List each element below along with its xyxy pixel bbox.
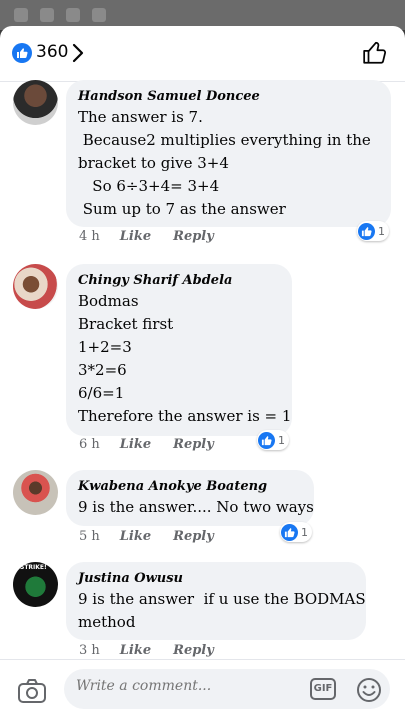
comment-text: The answer is 7. Because2 multiplies eve… [78,108,371,218]
background-icon [40,8,54,22]
reply-link[interactable]: Reply [173,643,214,658]
background-icon [66,8,80,22]
comment-meta: 6 h Like Reply [79,437,236,452]
comment-composer: GIF [0,659,405,720]
comment-time: 6 h [79,437,100,452]
comment-time: 3 h [79,643,100,658]
comment-reactions[interactable]: 1 [257,430,289,450]
comment-text: 9 is the answer if u use the BODMAS meth… [78,590,366,631]
comment-meta: 4 h Like Reply [79,229,236,244]
camera-icon[interactable] [17,678,47,704]
comment-bubble[interactable]: Chingy Sharif Abdela Bodmas Bracket firs… [66,264,292,436]
like-reaction-icon[interactable] [12,43,32,63]
reply-link[interactable]: Reply [173,229,214,244]
comment-reactions[interactable]: 1 [357,221,389,241]
comment-input-box[interactable]: GIF [64,669,390,709]
comment-meta: 5 h Like Reply [79,529,236,544]
like-link[interactable]: Like [120,229,151,244]
reaction-count: 1 [301,525,308,539]
like-link[interactable]: Like [120,643,151,658]
reactions-header: 360 [0,26,405,82]
emoji-icon[interactable] [356,677,382,703]
avatar-logo-text: STRIKE! [20,564,47,571]
comment-author[interactable]: Kwabena Anokye Boateng [78,478,302,496]
reaction-count: 1 [378,224,385,238]
comments-sheet: 360 Handson Samuel Doncee The answer is … [0,26,405,720]
comment-time: 5 h [79,529,100,544]
comment-bubble[interactable]: Kwabena Anokye Boateng 9 is the answer..… [66,470,314,526]
comment-bubble[interactable]: Handson Samuel Doncee The answer is 7. B… [66,80,391,227]
comment-time: 4 h [79,229,100,244]
comment-input[interactable] [76,678,296,694]
avatar[interactable] [13,470,58,515]
comment-text: 9 is the answer.... No two ways [78,498,314,516]
reply-link[interactable]: Reply [173,529,214,544]
like-count[interactable]: 360 [36,42,68,62]
like-link[interactable]: Like [120,437,151,452]
like-reaction-icon [281,523,298,541]
comment-author[interactable]: Justina Owusu [78,570,354,588]
like-reaction-icon [258,431,275,449]
gif-button[interactable]: GIF [310,678,336,700]
like-reaction-icon [358,222,375,240]
like-link[interactable]: Like [120,529,151,544]
background-icon [14,8,28,22]
avatar[interactable] [13,80,58,125]
avatar[interactable] [13,264,58,309]
like-outline-icon[interactable] [362,40,388,66]
comment-reactions[interactable]: 1 [280,522,312,542]
reply-link[interactable]: Reply [173,437,214,452]
reaction-count: 1 [278,433,285,447]
comment-author[interactable]: Handson Samuel Doncee [78,88,379,106]
comment-meta: 3 h Like Reply [79,643,236,658]
background-icon [92,8,106,22]
avatar[interactable]: STRIKE! [13,562,58,607]
comment-bubble[interactable]: Justina Owusu 9 is the answer if u use t… [66,562,366,640]
comment-author[interactable]: Chingy Sharif Abdela [78,272,280,290]
comment-text: Bodmas Bracket first 1+2=3 3*2=6 6/6=1 T… [78,292,292,425]
chevron-right-icon[interactable] [72,43,84,63]
